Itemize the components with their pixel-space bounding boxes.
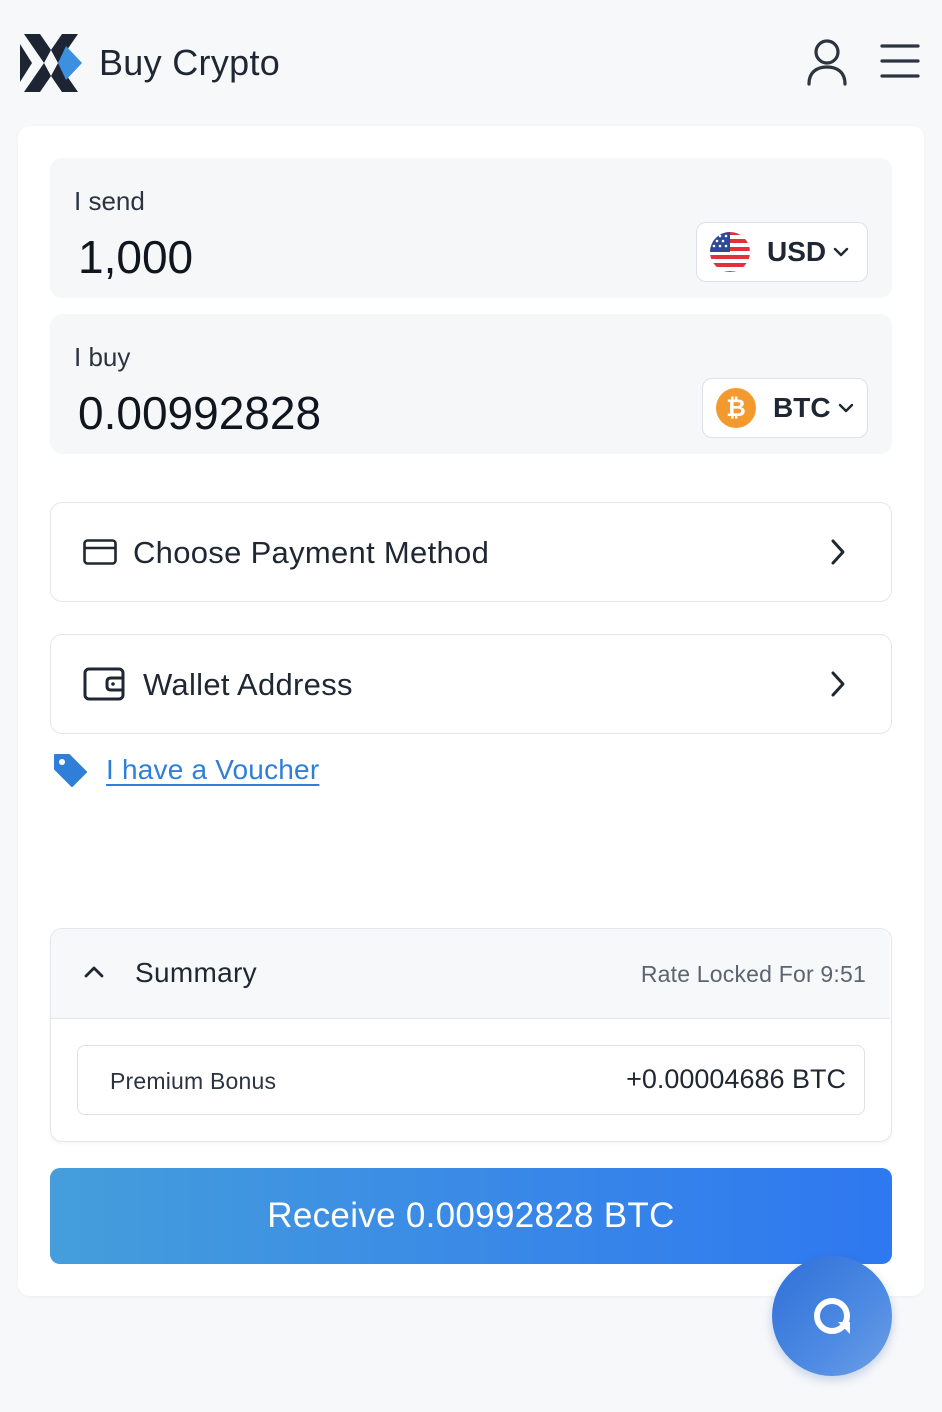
buy-currency-select[interactable]: ₿ BTC bbox=[702, 378, 868, 438]
chat-support-button[interactable] bbox=[772, 1256, 892, 1376]
page: Buy Crypto I send 1,000 USD I buy 0.0099… bbox=[0, 0, 942, 1412]
wallet-address-button[interactable]: Wallet Address bbox=[50, 634, 892, 734]
voucher-link-row: I have a Voucher bbox=[50, 750, 370, 790]
chevron-right-icon bbox=[831, 671, 845, 697]
buy-currency-code: BTC bbox=[773, 392, 831, 423]
changelly-x-logo-icon[interactable] bbox=[18, 30, 84, 96]
voucher-link[interactable]: I have a Voucher bbox=[106, 754, 319, 786]
chevron-right-icon bbox=[831, 539, 845, 565]
receive-button[interactable]: Receive 0.00992828 BTC bbox=[50, 1168, 892, 1264]
app-header: Buy Crypto bbox=[0, 0, 942, 126]
payment-method-label: Choose Payment Method bbox=[133, 535, 490, 570]
svg-text:₿: ₿ bbox=[726, 394, 746, 422]
wallet-icon bbox=[83, 667, 125, 701]
send-amount-input[interactable]: 1,000 bbox=[78, 230, 193, 284]
credit-card-icon bbox=[83, 539, 117, 565]
exchange-card: I send 1,000 USD I buy 0.00992828 ₿ BTC … bbox=[18, 126, 924, 1296]
chevron-down-icon bbox=[838, 403, 853, 413]
premium-bonus-value: +0.00004686 BTC bbox=[626, 1064, 846, 1094]
premium-bonus-row: Premium Bonus +0.00004686 BTC bbox=[77, 1045, 865, 1115]
chat-support-icon bbox=[814, 1298, 850, 1334]
chevron-down-icon bbox=[833, 247, 849, 257]
send-label: I send bbox=[74, 186, 145, 216]
page-title: Buy Crypto bbox=[99, 42, 281, 83]
bitcoin-icon: ₿ bbox=[716, 388, 756, 428]
us-flag-icon bbox=[710, 232, 750, 272]
wallet-address-label: Wallet Address bbox=[143, 667, 353, 702]
buy-amount-input[interactable]: 0.00992828 bbox=[78, 386, 321, 440]
rate-locked-timer: Rate Locked For 9:51 bbox=[640, 961, 866, 987]
buy-label: I buy bbox=[74, 342, 131, 372]
send-currency-code: USD bbox=[767, 236, 827, 267]
choose-payment-method-button[interactable]: Choose Payment Method bbox=[50, 502, 892, 602]
tag-icon bbox=[54, 754, 87, 787]
send-amount-box: I send 1,000 USD bbox=[50, 158, 892, 298]
premium-bonus-label: Premium Bonus bbox=[110, 1068, 277, 1094]
hamburger-menu-icon[interactable] bbox=[880, 42, 920, 80]
buy-amount-box: I buy 0.00992828 ₿ BTC bbox=[50, 314, 892, 454]
user-icon[interactable] bbox=[806, 38, 848, 86]
summary-title: Summary bbox=[135, 957, 257, 988]
summary-toggle[interactable]: Summary Rate Locked For 9:51 bbox=[51, 929, 890, 1019]
summary-panel: Summary Rate Locked For 9:51 Premium Bon… bbox=[50, 928, 892, 1142]
send-currency-select[interactable]: USD bbox=[696, 222, 868, 282]
chevron-up-icon bbox=[84, 966, 104, 978]
